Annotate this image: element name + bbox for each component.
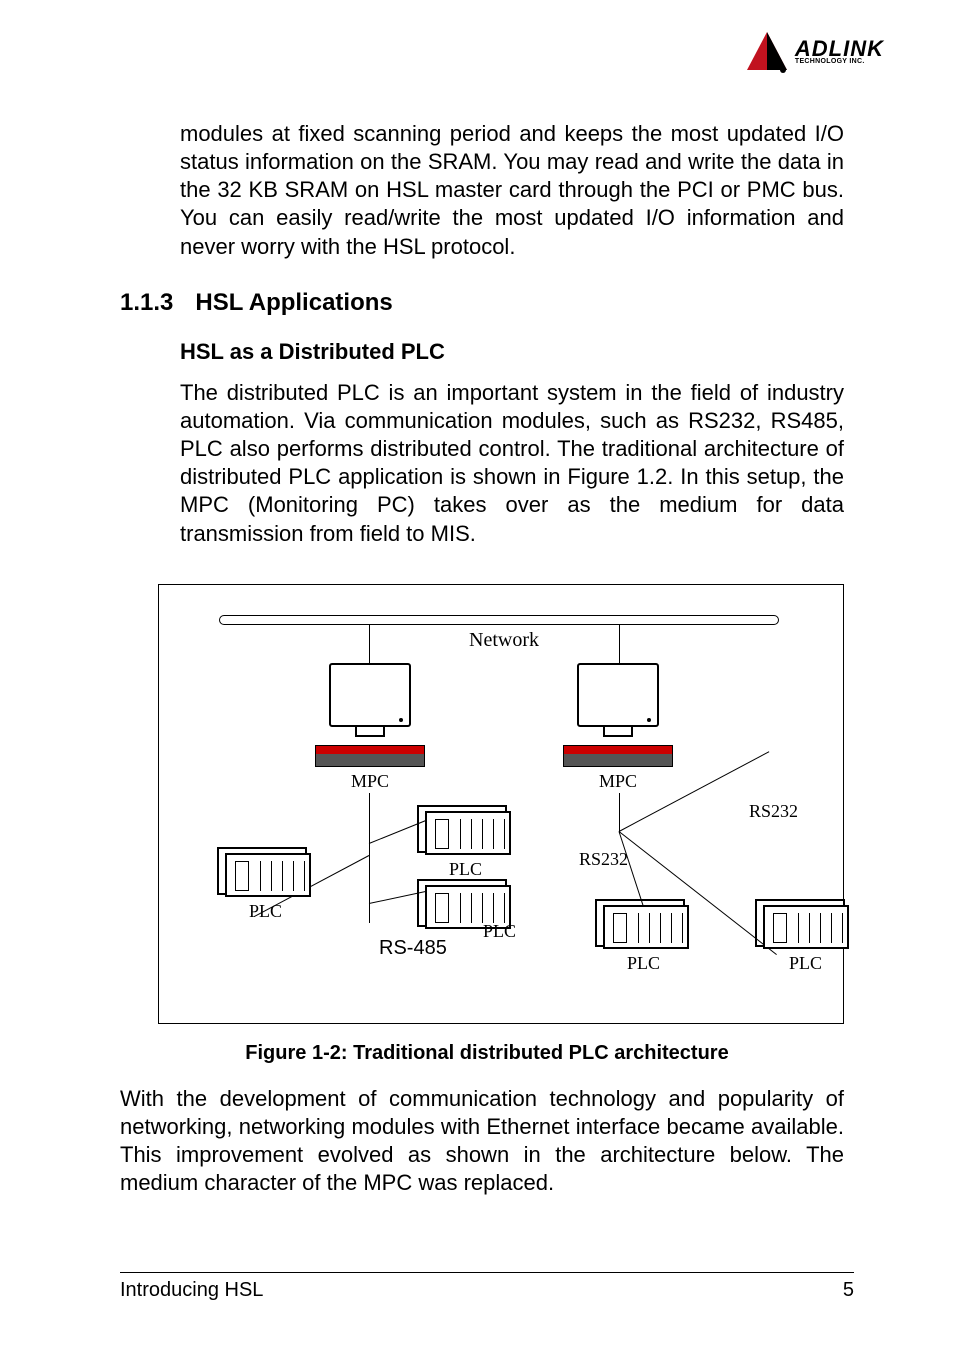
page-number: 5 xyxy=(843,1279,854,1302)
logo-sub-text: TECHNOLOGY INC. xyxy=(795,59,884,65)
plc-label: PLC xyxy=(627,953,660,974)
keyboard-icon xyxy=(315,745,425,767)
network-label: Network xyxy=(469,629,539,652)
paragraph-body-1: The distributed PLC is an important syst… xyxy=(180,379,844,548)
connector-line xyxy=(619,793,620,833)
connector-line xyxy=(369,625,370,663)
plc-label: PLC xyxy=(449,859,482,880)
rs232-label: RS232 xyxy=(579,849,628,870)
network-bar-icon xyxy=(219,615,779,625)
section-title: HSL Applications xyxy=(195,289,392,316)
plc-icon xyxy=(425,811,511,855)
paragraph-body-2: With the development of communication te… xyxy=(120,1085,844,1198)
paragraph-intro: modules at fixed scanning period and kee… xyxy=(180,120,844,261)
plc-label: PLC xyxy=(249,901,282,922)
plc-icon xyxy=(603,905,689,949)
brand-logo: ADLINK TECHNOLOGY INC. xyxy=(745,30,884,74)
footer-section-title: Introducing HSL xyxy=(120,1279,263,1302)
monitor-icon xyxy=(329,663,411,727)
keyboard-icon xyxy=(563,745,673,767)
connector-line xyxy=(369,820,427,844)
plc-label: PLC xyxy=(789,953,822,974)
footer-divider xyxy=(120,1272,854,1273)
monitor-icon xyxy=(577,663,659,727)
page-footer: Introducing HSL 5 xyxy=(120,1272,854,1302)
section-number: 1.1.3 xyxy=(120,289,173,317)
section-heading: 1.1.3 HSL Applications xyxy=(120,289,854,317)
plc-label: PLC xyxy=(483,921,516,942)
mpc-label: MPC xyxy=(351,771,389,792)
logo-main-text: ADLINK xyxy=(795,39,884,59)
rs232-label: RS232 xyxy=(749,801,798,822)
subsection-heading: HSL as a Distributed PLC xyxy=(180,339,854,365)
logo-triangle-icon xyxy=(745,30,789,74)
connector-line xyxy=(619,625,620,663)
figure-diagram: Network MPC MPC PLC PLC PLC PLC PLC RS23… xyxy=(158,584,844,1024)
page-content: modules at fixed scanning period and kee… xyxy=(120,120,854,1197)
plc-icon xyxy=(763,905,849,949)
connector-line xyxy=(369,890,430,904)
figure-caption: Figure 1-2: Traditional distributed PLC … xyxy=(120,1042,854,1065)
logo-text: ADLINK TECHNOLOGY INC. xyxy=(795,39,884,65)
plc-icon xyxy=(225,853,311,897)
mpc-label: MPC xyxy=(599,771,637,792)
rs485-label: RS-485 xyxy=(379,937,447,960)
